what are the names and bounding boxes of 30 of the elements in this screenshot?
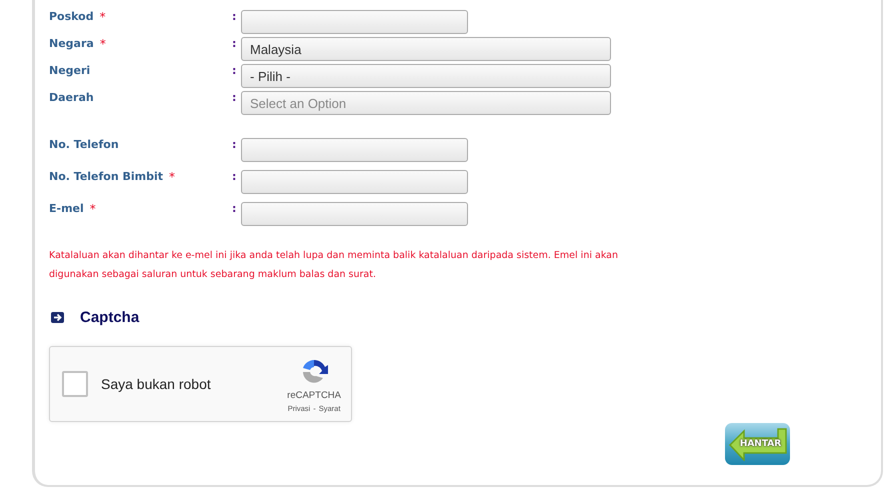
required-asterisk: * — [100, 10, 106, 24]
colon: : — [232, 138, 238, 151]
required-asterisk: * — [100, 37, 106, 51]
captcha-heading: Captcha — [80, 309, 140, 326]
colon: : — [232, 170, 238, 183]
text-input[interactable] — [241, 170, 468, 194]
field-label: Daerah — [49, 91, 94, 104]
select-field[interactable]: Malaysia — [241, 37, 611, 61]
field-label: E-mel — [49, 202, 84, 216]
colon: : — [232, 37, 238, 50]
text-input[interactable] — [241, 138, 468, 162]
required-asterisk: * — [90, 202, 96, 216]
field-label: Poskod — [49, 10, 94, 24]
checkbox-label: Saya bukan robot — [101, 376, 212, 392]
arrow-right-icon — [51, 312, 64, 323]
field-label: No. Telefon Bimbit — [49, 170, 164, 184]
password-note: Katalaluan akan dihantar ke e-mel ini jika anda telah lupa dan meminta balik katalaluan daripada sistem. Emel ini akan digunakan sebagai saluran untuk sebarang maklum balas dan surat. — [49, 249, 619, 282]
select-field[interactable]: - Pilih - — [241, 64, 611, 88]
colon: : — [232, 91, 238, 104]
robot-checkbox[interactable] — [62, 371, 88, 397]
text-input[interactable] — [241, 10, 468, 34]
colon: : — [232, 10, 238, 23]
colon: : — [232, 202, 238, 215]
field-label: Negara — [49, 37, 94, 51]
colon: : — [232, 64, 238, 77]
required-asterisk: * — [169, 170, 176, 184]
text-input[interactable] — [241, 202, 468, 226]
field-label: Negeri — [49, 64, 90, 77]
recaptcha-brand: reCAPTCHA — [287, 390, 341, 400]
field-label: No. Telefon — [49, 138, 119, 151]
